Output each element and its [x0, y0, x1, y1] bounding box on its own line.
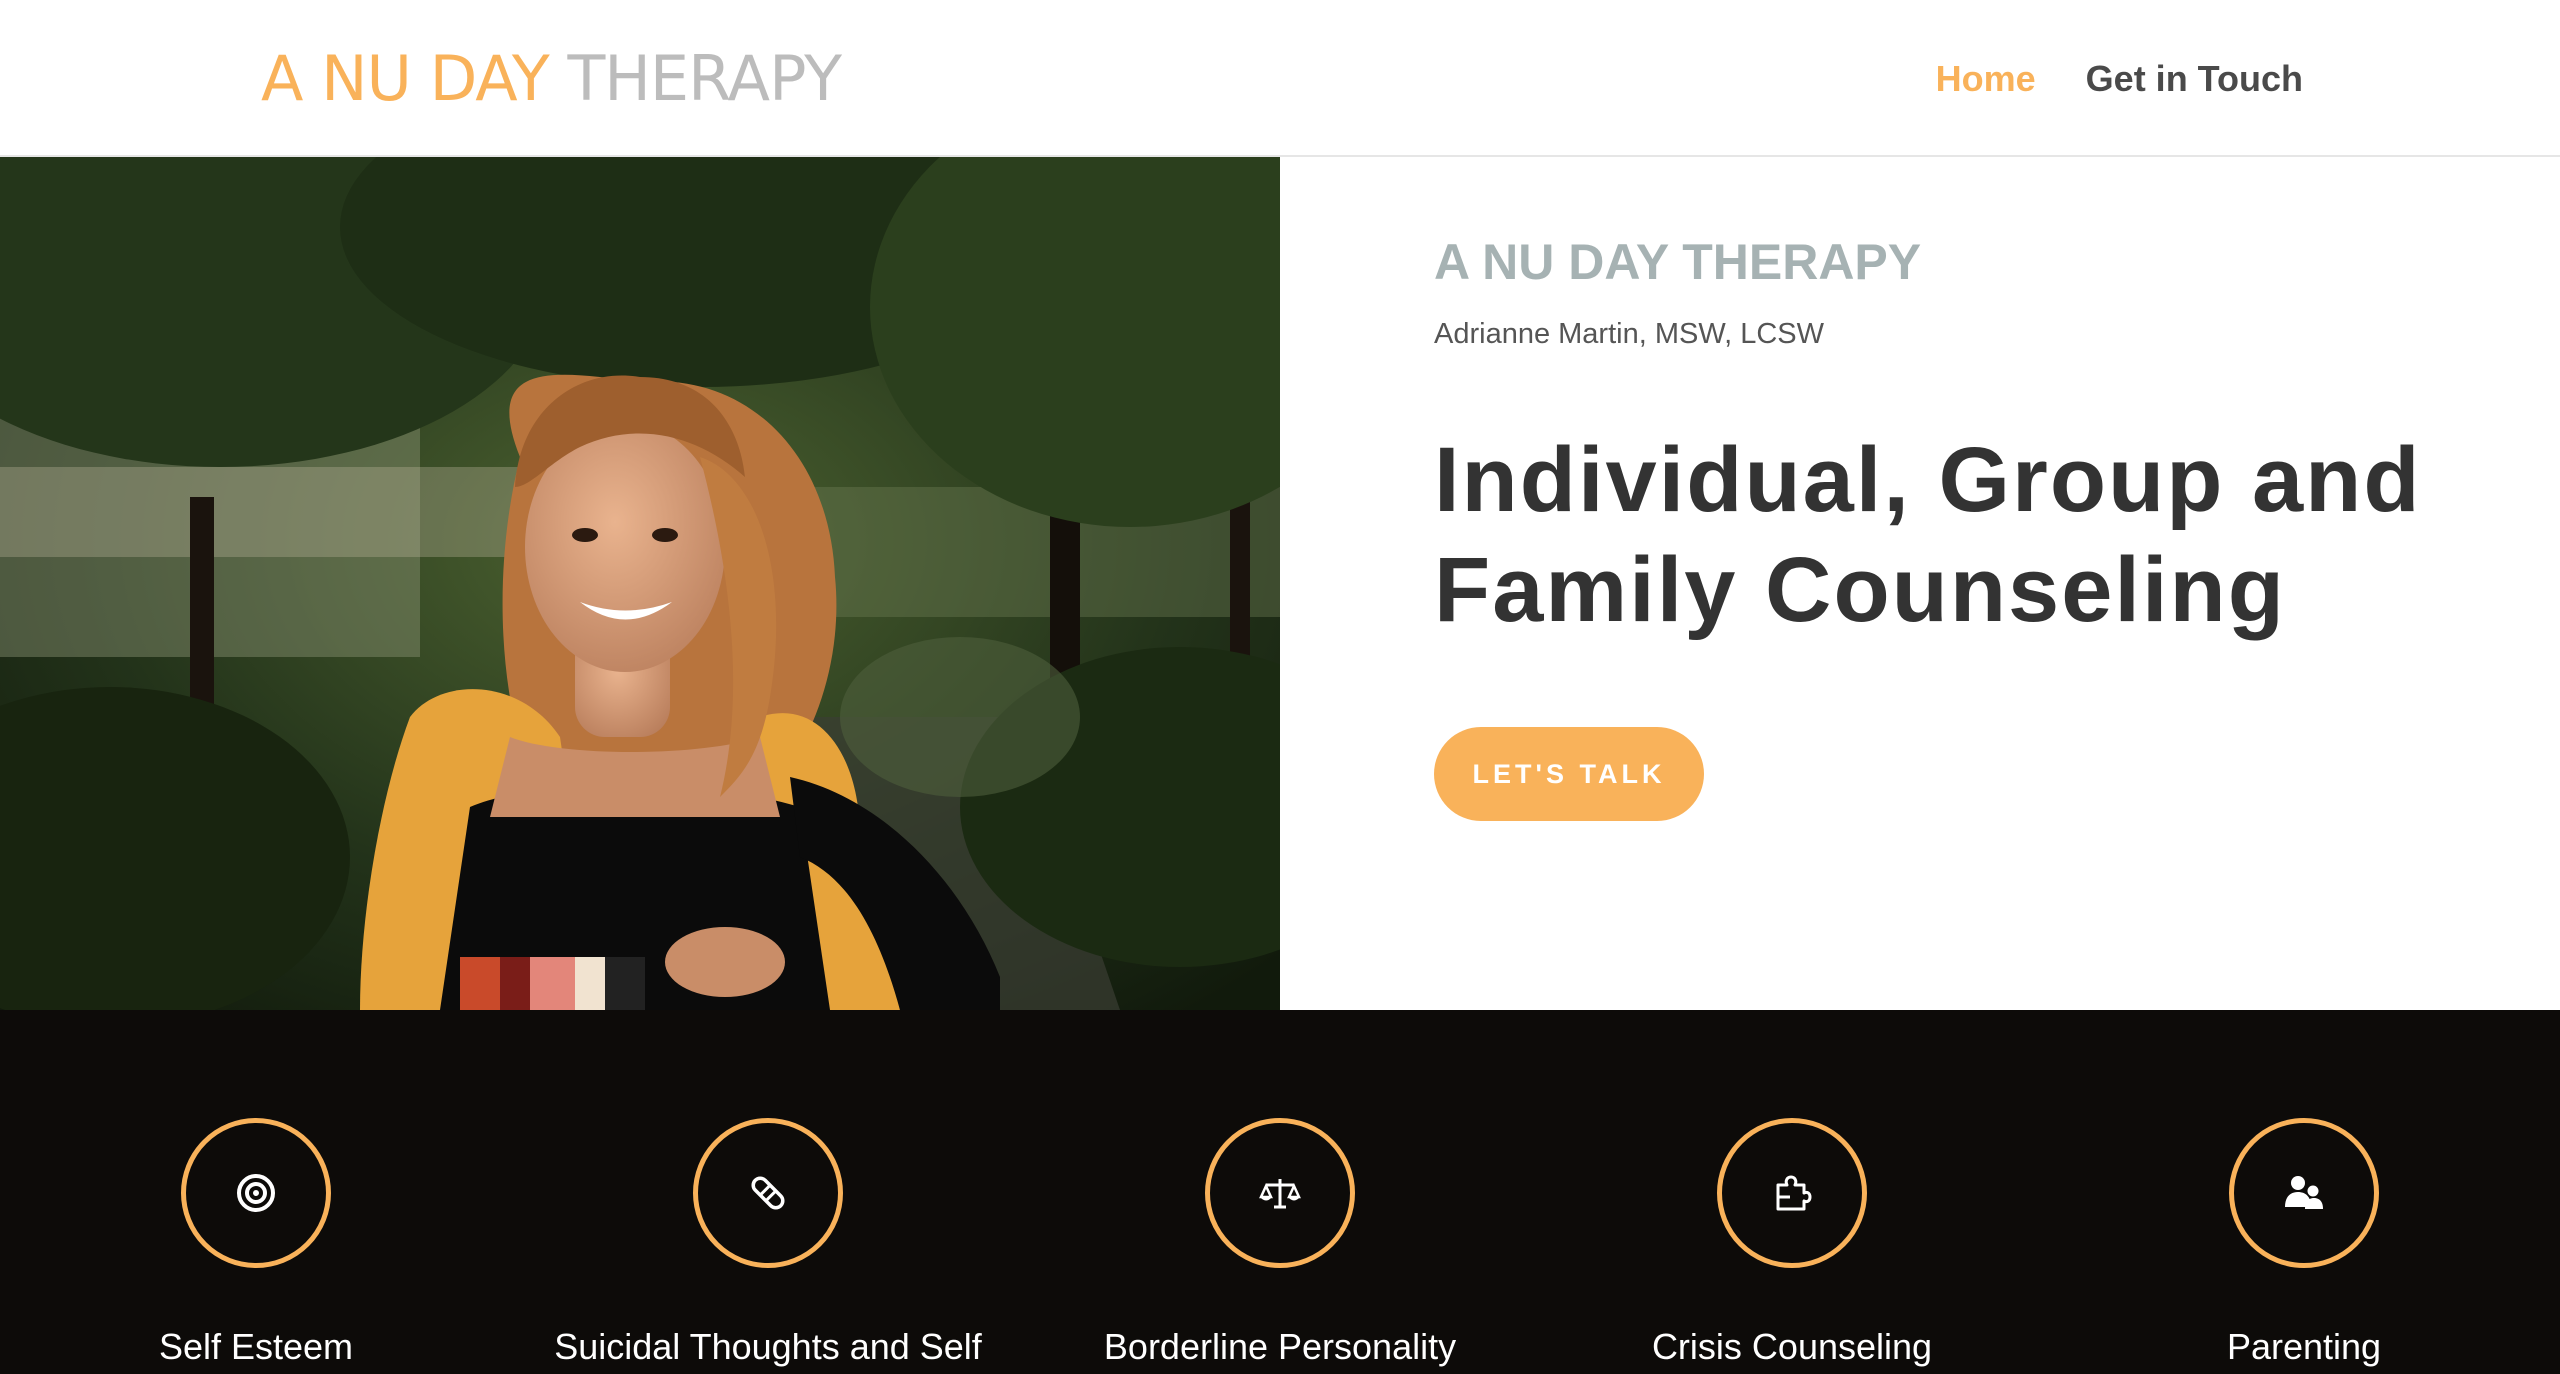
nav-home-link[interactable]: Home [1936, 52, 2036, 106]
service-suicidal-thoughts[interactable]: Suicidal Thoughts and Self [512, 1010, 1024, 1374]
service-parenting[interactable]: Parenting [2048, 1010, 2560, 1374]
service-icon-circle[interactable] [2229, 1118, 2379, 1268]
service-icon-circle[interactable] [181, 1118, 331, 1268]
service-label: Crisis Counseling [1651, 1326, 1933, 1367]
service-self-esteem[interactable]: Self Esteem [0, 1010, 512, 1374]
main-nav: Home Get in Touch [1936, 52, 2303, 106]
services-band: Self Esteem Suicidal Thoughts and Self B… [0, 1010, 2560, 1374]
service-label: Suicidal Thoughts and Self [554, 1326, 982, 1367]
lets-talk-button[interactable]: LET'S TALK [1434, 727, 1704, 821]
people-icon [2285, 1176, 2323, 1209]
service-label: Self Esteem [158, 1326, 354, 1367]
service-icon-circle[interactable] [693, 1118, 843, 1268]
hero-photo [0, 157, 1280, 1010]
hero-content: A NU DAY THERAPY Adrianne Martin, MSW, L… [1280, 157, 2560, 1010]
hero-therapist-credentials: Adrianne Martin, MSW, LCSW [1434, 318, 1824, 350]
bandage-icon [751, 1176, 785, 1210]
hero-headline: Individual, Group and Family Counseling [1434, 429, 2422, 641]
site-header: A NU DAY THERAPY Home Get in Touch [0, 0, 2560, 157]
balance-scale-icon [1259, 1179, 1301, 1209]
service-label: Borderline Personality [1103, 1326, 1457, 1367]
nav-get-in-touch-link[interactable]: Get in Touch [2086, 52, 2303, 106]
logo-text-primary: A NU DAY [261, 42, 550, 115]
target-icon [237, 1174, 275, 1212]
service-icon-circle[interactable] [1205, 1118, 1355, 1268]
therapist-portrait-image [0, 157, 1280, 1010]
service-borderline-personality[interactable]: Borderline Personality [1024, 1010, 1536, 1374]
site-logo[interactable]: A NU DAY THERAPY [261, 40, 842, 118]
logo-text-secondary: THERAPY [567, 42, 842, 115]
service-crisis-counseling[interactable]: Crisis Counseling [1536, 1010, 2048, 1374]
service-label: Parenting [2226, 1326, 2382, 1367]
service-icon-circle[interactable] [1717, 1118, 1867, 1268]
hero-eyebrow: A NU DAY THERAPY [1434, 234, 1922, 290]
puzzle-icon [1776, 1175, 1812, 1211]
